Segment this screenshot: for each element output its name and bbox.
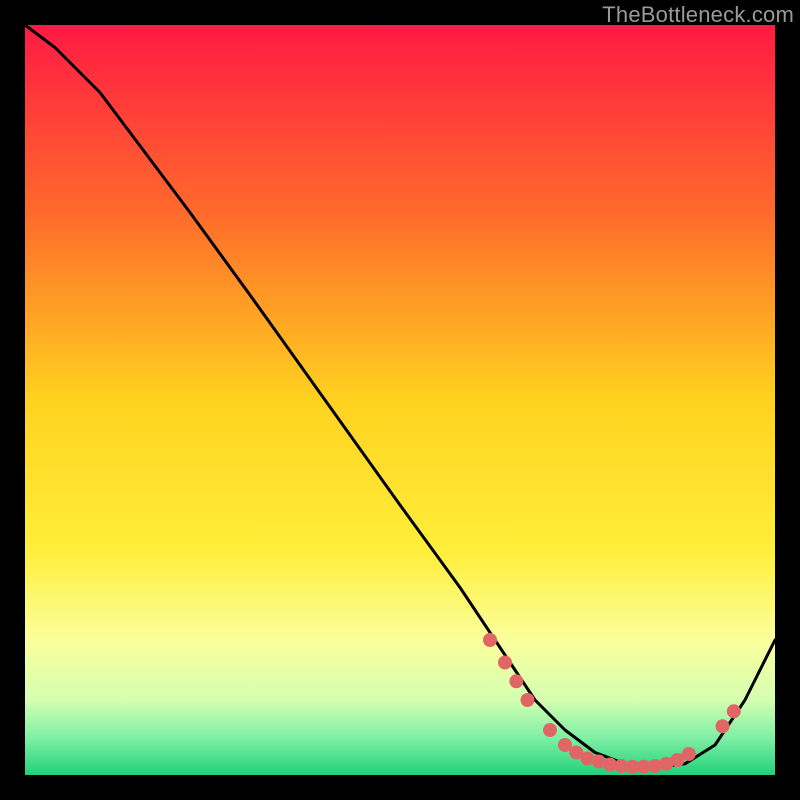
- curve-marker: [682, 747, 696, 761]
- curve-marker: [543, 723, 557, 737]
- curve-marker: [483, 633, 497, 647]
- curve-marker: [498, 656, 512, 670]
- chart-background: [25, 25, 775, 775]
- curve-marker: [727, 704, 741, 718]
- chart-plot-area: [25, 25, 775, 775]
- curve-marker: [509, 674, 523, 688]
- watermark-label: TheBottleneck.com: [602, 2, 794, 28]
- curve-marker: [716, 719, 730, 733]
- chart-stage: TheBottleneck.com: [0, 0, 800, 800]
- curve-marker: [521, 693, 535, 707]
- chart-svg: [25, 25, 775, 775]
